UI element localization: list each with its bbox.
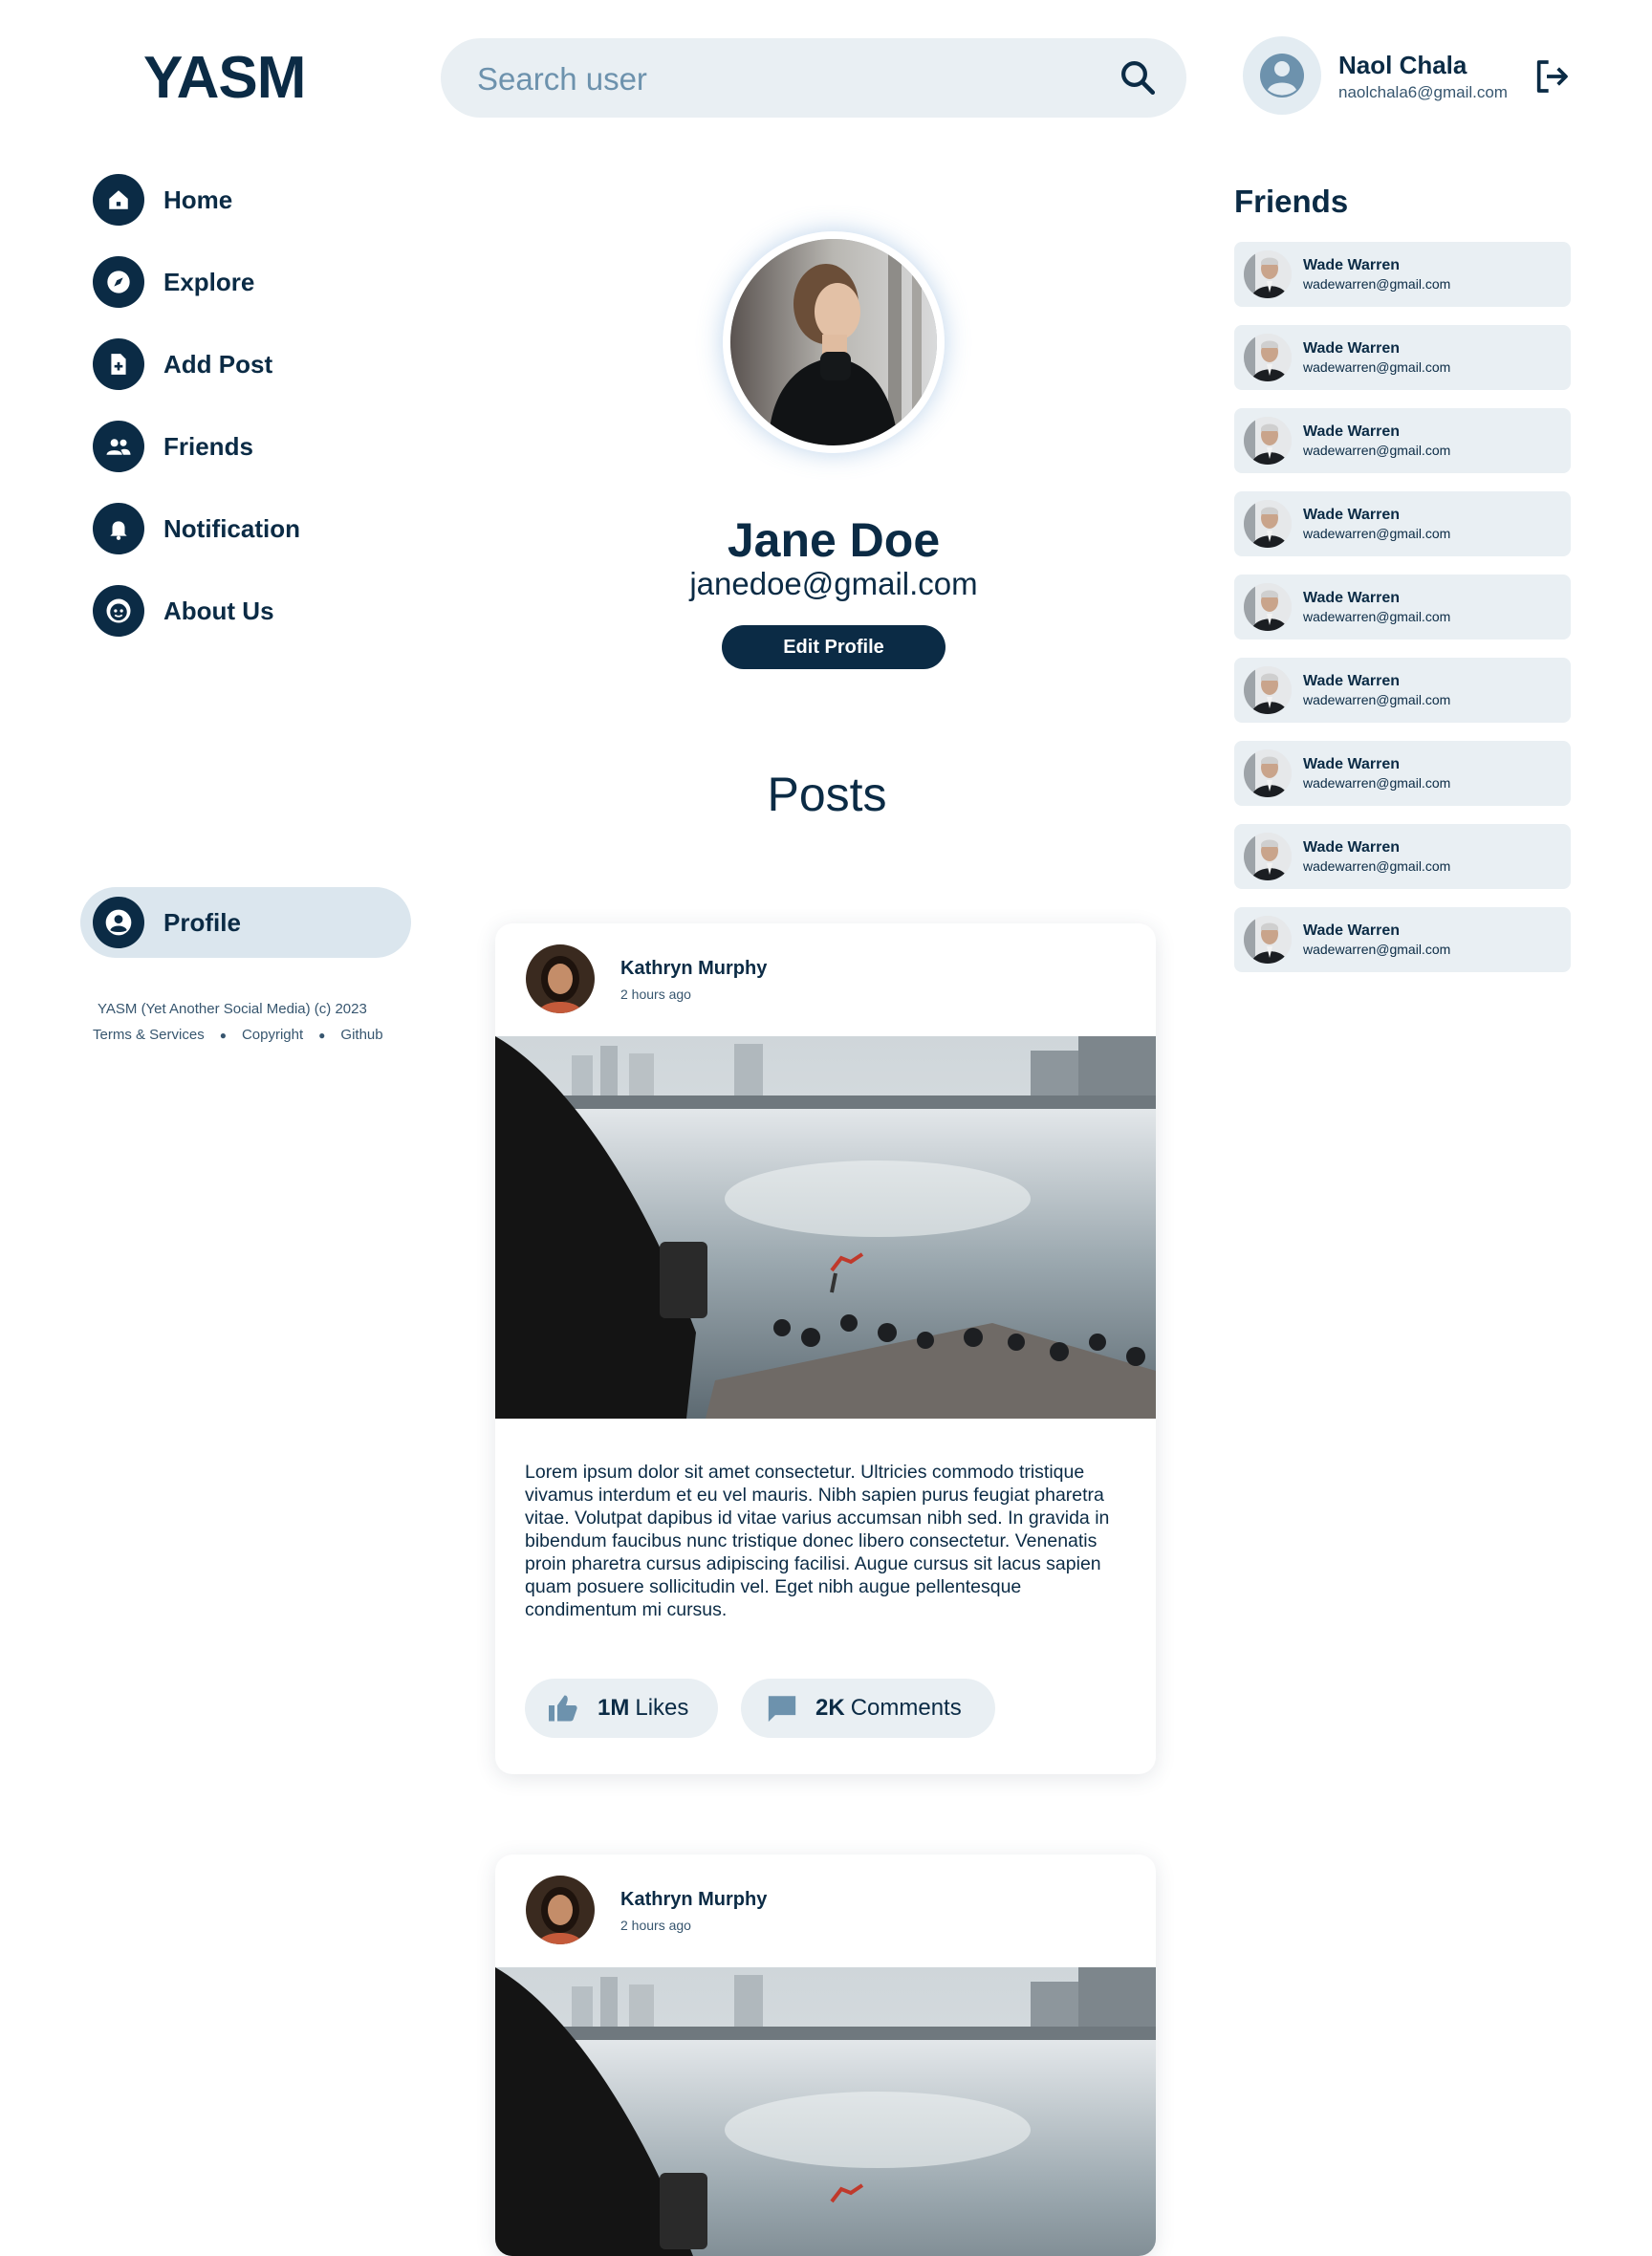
comments-label: Comments [850, 1695, 962, 1721]
post-card: Kathryn Murphy 2 hours ago [495, 1855, 1156, 2256]
footer-links: Terms & Services ● Copyright ● Github [93, 1027, 383, 1044]
nav-label-add-post: Add Post [163, 349, 273, 379]
likes-count: 1M [598, 1695, 630, 1721]
friend-name: Wade Warren [1303, 507, 1401, 523]
bell-icon [93, 503, 144, 554]
post-timestamp: 2 hours ago [620, 987, 691, 1002]
nav-item-add-post[interactable]: Add Post [93, 337, 272, 391]
profile-name: Jane Doe [727, 513, 941, 567]
posts-heading: Posts [767, 768, 887, 821]
comments-count: 2K [815, 1695, 845, 1721]
comment-icon [768, 1696, 796, 1723]
friend-avatar [1244, 417, 1292, 465]
friend-email: wadewarren@gmail.com [1303, 526, 1451, 541]
nav-item-notification[interactable]: Notification [93, 502, 300, 555]
friend-email: wadewarren@gmail.com [1303, 276, 1451, 292]
friend-item[interactable]: Wade Warren wadewarren@gmail.com [1234, 575, 1571, 640]
nav-label-home: Home [163, 184, 233, 214]
friend-item[interactable]: Wade Warren wadewarren@gmail.com [1234, 824, 1571, 889]
friend-name: Wade Warren [1303, 257, 1401, 273]
friend-avatar [1244, 749, 1292, 797]
friend-name: Wade Warren [1303, 590, 1401, 606]
people-icon [93, 421, 144, 472]
friend-avatar [1244, 666, 1292, 714]
search-bar [441, 38, 1186, 119]
footer-separator: ● [219, 1029, 227, 1042]
compass-icon [93, 256, 144, 308]
likes-label: Likes [635, 1695, 689, 1721]
user-circle-icon [93, 897, 144, 948]
friend-item[interactable]: Wade Warren wadewarren@gmail.com [1234, 325, 1571, 390]
friend-item[interactable]: Wade Warren wadewarren@gmail.com [1234, 408, 1571, 473]
edit-profile-button[interactable]: Edit Profile [722, 625, 946, 669]
friend-item[interactable]: Wade Warren wadewarren@gmail.com [1234, 491, 1571, 556]
friend-avatar [1244, 500, 1292, 548]
search-icon[interactable] [1118, 57, 1158, 98]
post-timestamp: 2 hours ago [620, 1918, 691, 1933]
user-circle-icon [1260, 54, 1304, 98]
friend-name: Wade Warren [1303, 423, 1401, 440]
profile-email: janedoe@gmail.com [689, 566, 978, 601]
friend-item[interactable]: Wade Warren wadewarren@gmail.com [1234, 741, 1571, 806]
friends-title: Friends [1234, 184, 1349, 219]
post-image[interactable] [495, 1967, 1156, 2256]
friend-name: Wade Warren [1303, 673, 1401, 689]
nav-label-friends: Friends [163, 431, 253, 461]
current-user-name: Naol Chala [1338, 51, 1467, 79]
add-file-icon [93, 338, 144, 390]
footer-link-terms[interactable]: Terms & Services [93, 1027, 205, 1044]
search-input[interactable] [475, 38, 1091, 119]
nav-item-home[interactable]: Home [93, 173, 232, 227]
friend-email: wadewarren@gmail.com [1303, 858, 1451, 874]
friend-item[interactable]: Wade Warren wadewarren@gmail.com [1234, 658, 1571, 723]
nav-item-friends[interactable]: Friends [93, 420, 253, 473]
smiley-icon [93, 585, 144, 637]
nav-label-profile: Profile [163, 907, 241, 937]
profile-picture[interactable] [723, 231, 945, 453]
nav-item-profile[interactable]: Profile [93, 896, 241, 949]
thumbs-up-icon [549, 1695, 577, 1722]
friend-name: Wade Warren [1303, 839, 1401, 856]
post-image[interactable] [495, 1036, 1156, 1419]
friend-email: wadewarren@gmail.com [1303, 942, 1451, 957]
post-author-name[interactable]: Kathryn Murphy [620, 958, 767, 980]
friend-avatar [1244, 250, 1292, 298]
post-card: Kathryn Murphy 2 hours ago [495, 923, 1156, 1774]
friend-email: wadewarren@gmail.com [1303, 443, 1451, 458]
current-user-avatar[interactable] [1243, 36, 1321, 115]
post-author-name[interactable]: Kathryn Murphy [620, 1889, 767, 1911]
footer-copyright: YASM (Yet Another Social Media) (c) 2023 [98, 1001, 367, 1017]
nav-item-about-us[interactable]: About Us [93, 584, 274, 638]
logout-icon[interactable] [1532, 57, 1571, 96]
footer-separator: ● [318, 1029, 326, 1042]
home-icon [93, 174, 144, 226]
friend-name: Wade Warren [1303, 756, 1401, 772]
friend-email: wadewarren@gmail.com [1303, 359, 1451, 375]
friend-email: wadewarren@gmail.com [1303, 692, 1451, 707]
footer-link-copyright[interactable]: Copyright [242, 1027, 303, 1044]
friend-item[interactable]: Wade Warren wadewarren@gmail.com [1234, 242, 1571, 307]
friend-email: wadewarren@gmail.com [1303, 609, 1451, 624]
nav-label-about-us: About Us [163, 596, 274, 625]
post-text: Lorem ipsum dolor sit amet consectetur. … [525, 1462, 1110, 1620]
app-logo[interactable]: YASM [143, 44, 306, 112]
comments-button[interactable]: 2K Comments [741, 1679, 995, 1738]
friend-avatar [1244, 916, 1292, 964]
friend-name: Wade Warren [1303, 340, 1401, 357]
nav-item-explore[interactable]: Explore [93, 255, 254, 309]
current-user-email: naolchala6@gmail.com [1338, 83, 1508, 101]
footer-link-github[interactable]: Github [340, 1027, 382, 1044]
like-button[interactable]: 1M Likes [525, 1679, 718, 1738]
post-author-avatar[interactable] [526, 944, 595, 1013]
nav-label-explore: Explore [163, 267, 255, 296]
friend-name: Wade Warren [1303, 922, 1401, 939]
friend-avatar [1244, 833, 1292, 880]
friend-avatar [1244, 583, 1292, 631]
post-author-avatar[interactable] [526, 1876, 595, 1944]
friend-item[interactable]: Wade Warren wadewarren@gmail.com [1234, 907, 1571, 972]
friend-avatar [1244, 334, 1292, 381]
friend-email: wadewarren@gmail.com [1303, 775, 1451, 791]
nav-label-notification: Notification [163, 513, 300, 543]
nav-item-profile-active[interactable]: Profile [80, 887, 411, 958]
